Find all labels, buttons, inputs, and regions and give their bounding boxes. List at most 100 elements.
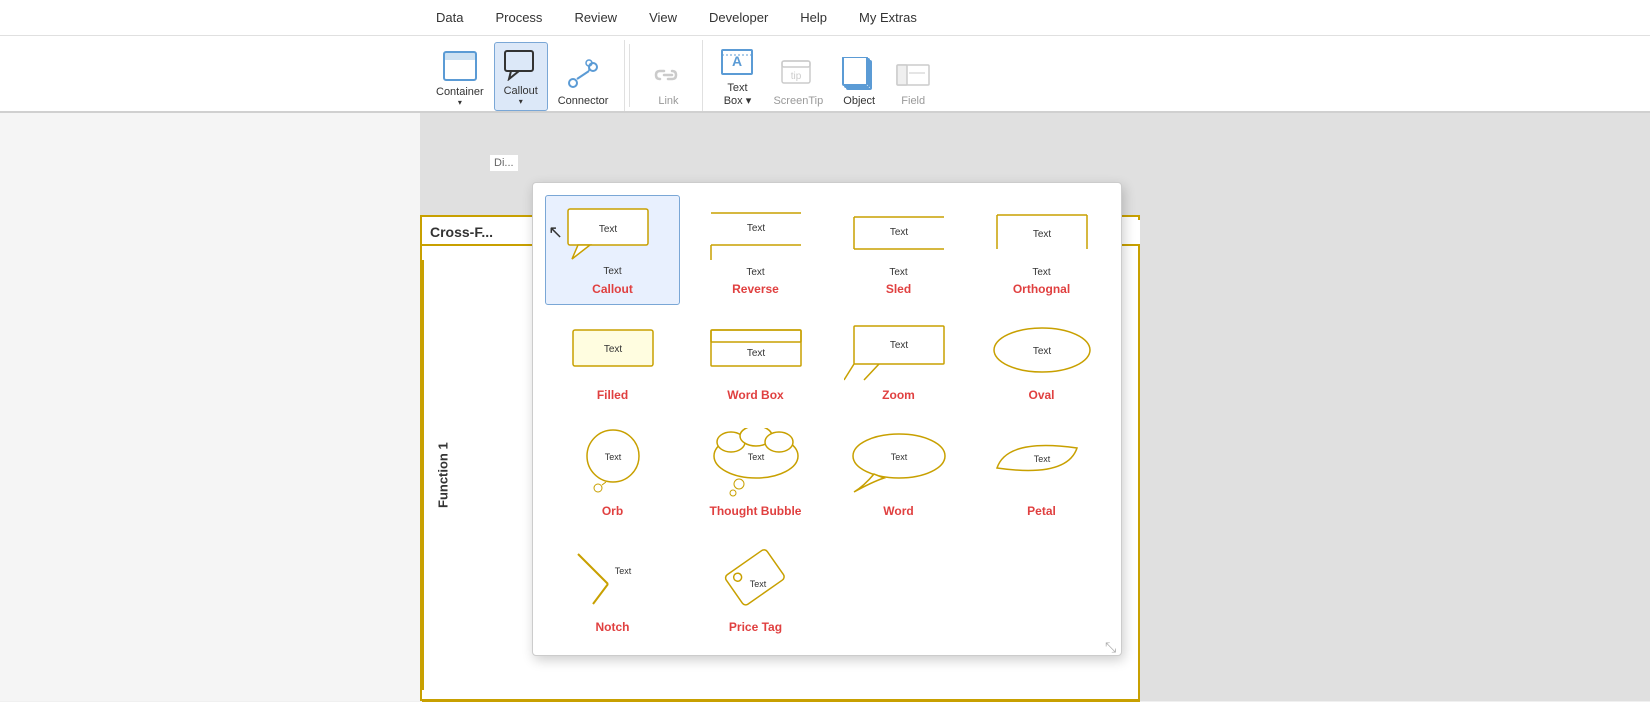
container-button[interactable]: Container ▾	[428, 44, 492, 111]
menu-myextras[interactable]: My Extras	[843, 4, 933, 31]
callout-type-word[interactable]: Text Word	[831, 419, 966, 527]
reverse-top-label: Text	[746, 267, 764, 278]
svg-text:Text: Text	[746, 348, 765, 359]
screentip-icon: tip	[780, 57, 816, 93]
callout-sublabel: Callout	[592, 282, 633, 296]
callout-type-orthogonal[interactable]: Text Text Orthognal	[974, 195, 1109, 305]
menu-developer[interactable]: Developer	[693, 4, 784, 31]
oval-shape-preview: Text	[987, 322, 1097, 382]
sled-top-label: Text	[889, 267, 907, 278]
svg-text:Text: Text	[746, 223, 765, 234]
callout-type-petal[interactable]: Text Petal	[974, 419, 1109, 527]
object-icon	[841, 57, 877, 93]
callout-type-filled[interactable]: Text Filled	[545, 313, 680, 411]
zoom-sublabel: Zoom	[882, 388, 915, 402]
toolbar-sep-1	[629, 44, 630, 107]
reverse-sublabel: Reverse	[732, 282, 779, 296]
svg-text:Text: Text	[1032, 346, 1051, 357]
callout-type-thoughtbubble[interactable]: Text Thought Bubble	[688, 419, 823, 527]
container-icon	[442, 48, 478, 84]
toolbar-group-1: Container ▾ Callout ▾	[420, 40, 625, 111]
screentip-button[interactable]: tip ScreenTip	[765, 53, 831, 111]
zoom-shape-preview: Text	[844, 322, 954, 382]
pricetag-sublabel: Price Tag	[729, 620, 782, 634]
wordbox-shape-preview: Text	[701, 322, 811, 382]
textbox-label: Text	[727, 82, 747, 94]
callout-type-wordbox[interactable]: Text Word Box	[688, 313, 823, 411]
callout-type-zoom[interactable]: Text Zoom	[831, 313, 966, 411]
callout-svg	[503, 49, 539, 81]
callout-icon	[503, 47, 539, 83]
field-icon	[895, 57, 931, 93]
callout-chevron: ▾	[519, 97, 523, 106]
textbox-button[interactable]: A Text Box ▾	[711, 40, 763, 111]
connector-button[interactable]: Connector	[550, 53, 617, 111]
svg-text:Text: Text	[747, 452, 764, 462]
link-label: Link	[658, 95, 678, 107]
orthogonal-top-label: Text	[1032, 267, 1050, 278]
pricetag-shape-svg: Text	[701, 544, 811, 614]
svg-text:Text: Text	[889, 340, 908, 351]
connector-label: Connector	[558, 95, 609, 107]
link-svg	[650, 59, 686, 91]
svg-text:Text: Text	[603, 344, 622, 355]
menu-data[interactable]: Data	[420, 4, 479, 31]
wordbox-shape-svg: Text	[701, 322, 811, 382]
resize-handle[interactable]: ⤡	[1105, 639, 1115, 649]
menu-bar: Data Process Review View Developer Help …	[0, 0, 1650, 36]
orthogonal-sublabel: Orthognal	[1013, 282, 1070, 296]
menu-help[interactable]: Help	[784, 4, 843, 31]
menu-process[interactable]: Process	[479, 4, 558, 31]
notch-shape-svg: Text	[558, 544, 668, 614]
pricetag-shape-preview: Text	[701, 544, 811, 614]
petal-shape-svg: Text	[987, 428, 1097, 498]
screentip-label: ScreenTip	[773, 95, 823, 107]
container-chevron: ▾	[458, 98, 462, 107]
svg-text:A: A	[732, 53, 742, 69]
word-shape-preview: Text	[844, 428, 954, 498]
thoughtbubble-shape-preview: Text	[701, 428, 811, 498]
orb-shape-svg: Text	[558, 428, 668, 498]
callout-type-reverse[interactable]: Text Text Reverse	[688, 195, 823, 305]
callout-type-oval[interactable]: Text Oval	[974, 313, 1109, 411]
svg-text:Text: Text	[598, 224, 617, 235]
sled-sublabel: Sled	[886, 282, 911, 296]
svg-text:Text: Text	[889, 227, 908, 238]
svg-text:Text: Text	[614, 566, 631, 576]
menu-items: Data Process Review View Developer Help …	[420, 4, 933, 31]
callout-type-pricetag[interactable]: Text Price Tag	[688, 535, 823, 643]
field-button[interactable]: Field	[887, 53, 939, 111]
toolbar: Container ▾ Callout ▾	[0, 36, 1650, 112]
orb-shape-preview: Text	[558, 428, 668, 498]
filled-shape-svg: Text	[558, 322, 668, 382]
menu-review[interactable]: Review	[558, 4, 633, 31]
partial-label: Di...	[490, 155, 518, 171]
sled-shape-preview: Text	[844, 205, 954, 265]
notch-sublabel: Notch	[596, 620, 630, 634]
container-label: Container	[436, 86, 484, 98]
toolbar-group-2: Link	[634, 40, 703, 111]
field-label: Field	[901, 95, 925, 107]
link-icon	[650, 57, 686, 93]
svg-text:Text: Text	[1033, 454, 1050, 464]
object-svg	[841, 57, 877, 93]
reverse-shape-svg: Text	[701, 205, 811, 265]
object-button[interactable]: Object	[833, 53, 885, 111]
link-button[interactable]: Link	[642, 53, 694, 111]
svg-text:Text: Text	[1032, 229, 1051, 240]
word-sublabel: Word	[883, 504, 913, 518]
menu-view[interactable]: View	[633, 4, 693, 31]
callout-type-sled[interactable]: Text Text Sled	[831, 195, 966, 305]
textbox-icon: A	[719, 44, 755, 80]
callout-label: Callout	[504, 85, 538, 97]
filled-shape-preview: Text	[558, 322, 668, 382]
toolbar-group-3: A Text Box ▾ tip ScreenTip	[703, 40, 947, 111]
callout-button[interactable]: Callout ▾	[494, 42, 548, 111]
orthogonal-shape-svg: Text	[987, 205, 1097, 265]
callout-type-callout[interactable]: Text Text Callout	[545, 195, 680, 305]
object-label: Object	[843, 95, 875, 107]
callout-type-notch[interactable]: Text Notch	[545, 535, 680, 643]
zoom-shape-svg: Text	[844, 322, 954, 382]
screentip-svg: tip	[780, 57, 816, 93]
callout-type-orb[interactable]: Text Orb	[545, 419, 680, 527]
